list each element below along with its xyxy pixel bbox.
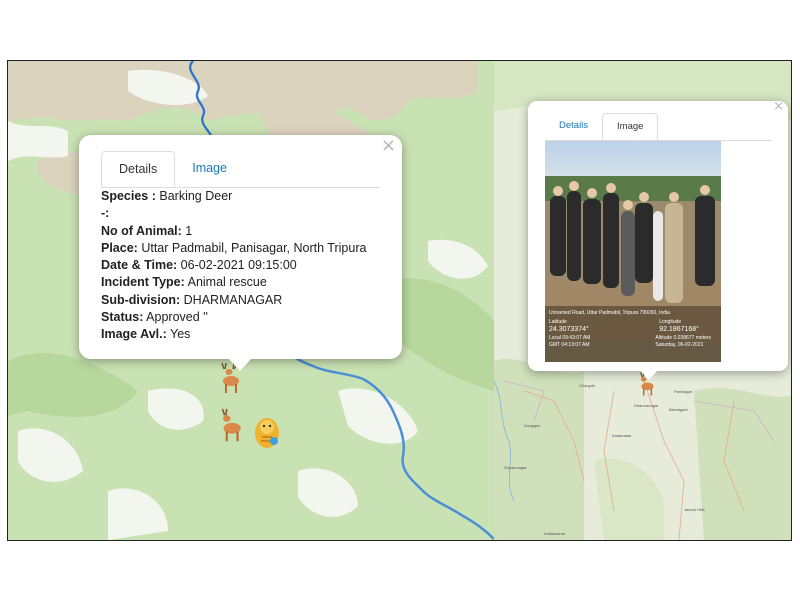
- photo-times: Local 09:43:07 AM GMT 04:13:07 AM Altitud…: [549, 335, 719, 349]
- map-frame: × Details Image Species : Barking Deer -…: [7, 60, 792, 541]
- tab-image[interactable]: Image: [602, 113, 659, 140]
- place-label: Place:: [101, 240, 138, 255]
- map-label-panisagar: Panisagar: [674, 389, 693, 394]
- place-row: Place: Uttar Padmabil, Panisagar, North …: [101, 240, 366, 257]
- image-available-value: Yes: [170, 327, 191, 342]
- tiger-marker[interactable]: [252, 411, 282, 451]
- map-label-dharmanagar: Dharmanagar: [634, 403, 659, 408]
- close-icon[interactable]: ×: [381, 135, 396, 156]
- incident-type-value: Animal rescue: [187, 275, 267, 290]
- popup-tip: [229, 359, 251, 371]
- longitude-label: Longitude: [659, 319, 682, 325]
- species-label: Species :: [101, 189, 156, 203]
- photo-overlay: Unnamed Road, Uttar Padmabil, Tripura 79…: [549, 310, 719, 349]
- place-value: Uttar Padmabil, Panisagar, North Tripura: [141, 240, 367, 255]
- subdivision-value: DHARMANAGAR: [183, 292, 283, 307]
- tab-image-label: Image: [617, 121, 644, 132]
- map-label-kadamtala: Kadamtala: [612, 433, 632, 438]
- popup-tip: [641, 371, 657, 380]
- datetime-row: Date & Time: 06-02-2021 09:15:00: [101, 257, 366, 274]
- tab-details[interactable]: Details: [101, 151, 176, 187]
- deer-icon: [221, 408, 241, 442]
- popup-tabs: Details Image: [545, 113, 771, 141]
- status-row: Status: Approved '': [101, 309, 366, 326]
- datetime-value: 06-02-2021 09:15:00: [180, 258, 297, 273]
- animal-count-row: No of Animal: 1: [101, 223, 366, 240]
- map-left[interactable]: × Details Image Species : Barking Deer -…: [8, 61, 494, 540]
- close-icon[interactable]: ×: [773, 99, 784, 114]
- blank-label: -:: [101, 206, 110, 221]
- map-label-chargole: Chargole: [579, 383, 596, 388]
- photo-date: Saturday, 06-02-2021: [655, 342, 704, 348]
- subdivision-row: Sub-division: DHARMANAGAR: [101, 292, 366, 309]
- photo-coords: Latitude 24.3073374° Longitude 92.1867168°: [549, 319, 719, 333]
- species-row: Species : Barking Deer: [101, 188, 366, 205]
- latitude-value: 24.3073374°: [549, 326, 589, 333]
- image-popup: × Details Image Unnamed Road, Uttar Padm…: [528, 99, 788, 380]
- map-label-bishalgarh: Bishalgarh: [669, 407, 688, 412]
- map-label-jamuri: Jamuri Hills: [684, 507, 705, 512]
- tab-image[interactable]: Image: [175, 151, 244, 187]
- datetime-label: Date & Time:: [101, 258, 178, 273]
- map-label-kailashahar: Kailashahar: [544, 531, 566, 536]
- incident-type-row: Incident Type: Animal rescue: [101, 274, 366, 291]
- details-popup: × Details Image Species : Barking Deer -…: [79, 135, 402, 371]
- blank-row: -:: [101, 205, 366, 222]
- tab-image-label: Image: [192, 161, 227, 175]
- map-label-shyamnagar: Shyamnagar: [504, 465, 527, 470]
- map-right[interactable]: Chargole Dharmanagar Panisagar Durgapur …: [494, 61, 791, 540]
- popup-tabs: Details Image: [101, 151, 379, 188]
- subdivision-label: Sub-division:: [101, 292, 181, 307]
- tab-details-label: Details: [119, 162, 158, 176]
- tab-details[interactable]: Details: [545, 113, 602, 140]
- tab-details-label: Details: [559, 120, 589, 131]
- animal-count-label: No of Animal:: [101, 223, 182, 238]
- altitude: Altitude 0.038677 meters: [655, 335, 711, 341]
- local-time: Local 09:43:07 AM: [549, 335, 591, 341]
- deer-marker[interactable]: [216, 405, 244, 445]
- incident-type-label: Incident Type:: [101, 275, 185, 290]
- gmt-time: GMT 04:13:07 AM: [549, 342, 590, 348]
- image-available-row: Image Avl.: Yes: [101, 326, 366, 343]
- status-value: Approved '': [146, 310, 208, 325]
- species-value: Barking Deer: [159, 189, 233, 203]
- image-available-label: Image Avl.:: [101, 327, 167, 342]
- animal-count-value: 1: [185, 223, 193, 238]
- latitude-label: Latitude: [549, 319, 567, 325]
- longitude-value: 92.1867168°: [659, 326, 699, 333]
- details-list: Species : Barking Deer -: No of Animal: …: [101, 188, 366, 344]
- photo-address: Unnamed Road, Uttar Padmabil, Tripura 79…: [549, 310, 670, 316]
- status-label: Status:: [101, 310, 144, 325]
- map-label-durgapur: Durgapur: [524, 423, 541, 428]
- tiger-icon: [255, 418, 279, 448]
- incident-photo[interactable]: Unnamed Road, Uttar Padmabil, Tripura 79…: [545, 141, 721, 362]
